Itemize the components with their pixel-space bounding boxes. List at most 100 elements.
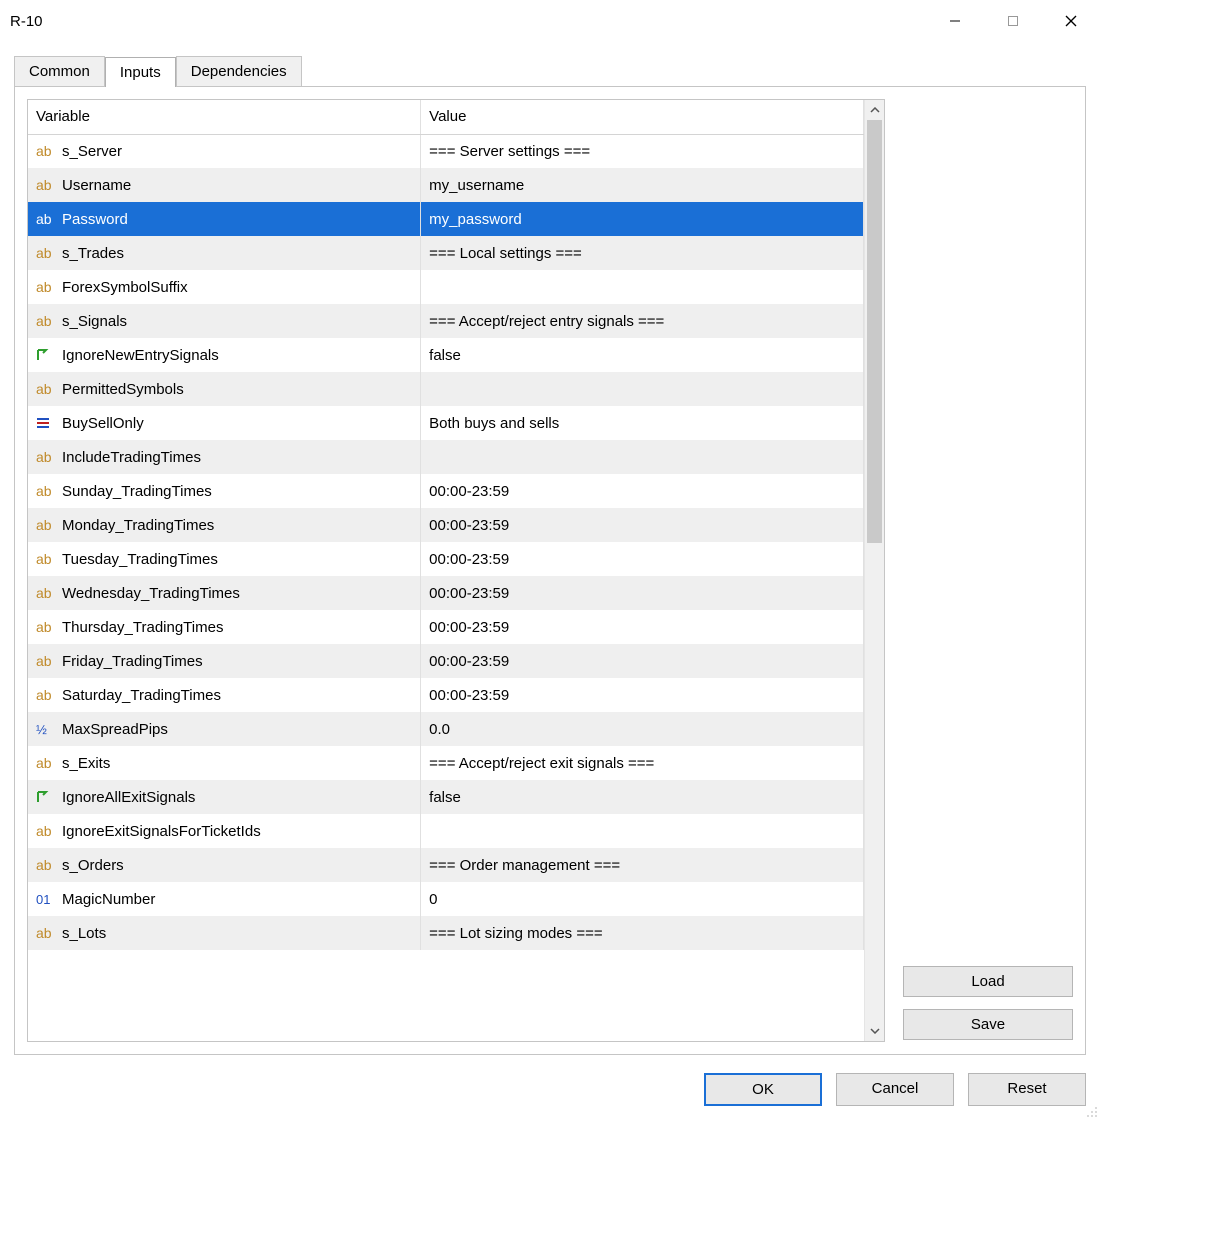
vertical-scrollbar[interactable] <box>864 100 884 1041</box>
maximize-button[interactable] <box>984 0 1042 42</box>
variable-value[interactable]: false <box>421 338 864 372</box>
titlebar: R-10 <box>0 0 1100 42</box>
variable-value[interactable]: 0 <box>421 882 864 916</box>
table-row[interactable]: abFriday_TradingTimes00:00-23:59 <box>28 644 864 678</box>
string-type-icon: ab <box>36 245 56 261</box>
variable-name: PermittedSymbols <box>62 381 184 398</box>
string-type-icon: ab <box>36 517 56 533</box>
table-row[interactable]: abs_Orders=== Order management === <box>28 848 864 882</box>
scroll-thumb[interactable] <box>867 120 882 543</box>
table-row[interactable]: abMonday_TradingTimes00:00-23:59 <box>28 508 864 542</box>
save-button[interactable]: Save <box>903 1009 1073 1040</box>
string-type-icon: ab <box>36 381 56 397</box>
variable-name: s_Lots <box>62 925 106 942</box>
scroll-up-icon[interactable] <box>865 100 884 120</box>
variable-value[interactable]: 00:00-23:59 <box>421 610 864 644</box>
variable-name: MagicNumber <box>62 891 155 908</box>
table-row[interactable]: abSunday_TradingTimes00:00-23:59 <box>28 474 864 508</box>
table-row[interactable]: IgnoreAllExitSignalsfalse <box>28 780 864 814</box>
string-type-icon: ab <box>36 279 56 295</box>
variable-value[interactable]: === Server settings === <box>421 134 864 168</box>
window-controls <box>926 0 1100 42</box>
tab-inputs[interactable]: Inputs <box>105 57 176 87</box>
variable-value[interactable]: === Local settings === <box>421 236 864 270</box>
variable-value[interactable]: my_username <box>421 168 864 202</box>
variable-value[interactable]: my_password <box>421 202 864 236</box>
variable-value[interactable] <box>421 372 864 406</box>
variable-value[interactable]: === Lot sizing modes === <box>421 916 864 950</box>
string-type-icon: ab <box>36 211 56 227</box>
inputs-table-scroll: Variable Value abs_Server=== Server sett… <box>28 100 864 1041</box>
variable-value[interactable]: 00:00-23:59 <box>421 508 864 542</box>
variable-value[interactable]: 00:00-23:59 <box>421 678 864 712</box>
variable-value[interactable]: === Accept/reject exit signals === <box>421 746 864 780</box>
inputs-table: Variable Value abs_Server=== Server sett… <box>28 100 864 950</box>
scroll-down-icon[interactable] <box>865 1021 884 1041</box>
variable-value[interactable]: 00:00-23:59 <box>421 644 864 678</box>
variable-value[interactable]: false <box>421 780 864 814</box>
table-row[interactable]: abThursday_TradingTimes00:00-23:59 <box>28 610 864 644</box>
tab-common[interactable]: Common <box>14 56 105 86</box>
table-row[interactable]: abIncludeTradingTimes <box>28 440 864 474</box>
string-type-icon: ab <box>36 585 56 601</box>
variable-value[interactable]: === Order management === <box>421 848 864 882</box>
bool-type-icon <box>36 348 56 362</box>
ok-button[interactable]: OK <box>704 1073 822 1106</box>
load-button[interactable]: Load <box>903 966 1073 997</box>
table-row[interactable]: abs_Lots=== Lot sizing modes === <box>28 916 864 950</box>
reset-button[interactable]: Reset <box>968 1073 1086 1106</box>
minimize-button[interactable] <box>926 0 984 42</box>
string-type-icon: ab <box>36 823 56 839</box>
table-row[interactable]: ab s_Trades === Local settings === <box>28 236 864 270</box>
string-type-icon: ab <box>36 449 56 465</box>
string-type-icon: ab <box>36 755 56 771</box>
table-row[interactable]: abSaturday_TradingTimes00:00-23:59 <box>28 678 864 712</box>
table-row[interactable]: ab Wednesday_TradingTimes 00:00-23:59 <box>28 576 864 610</box>
variable-value[interactable] <box>421 440 864 474</box>
variable-value[interactable]: 00:00-23:59 <box>421 576 864 610</box>
table-row[interactable]: ab s_Exits === Accept/reject exit signals … <box>28 746 864 780</box>
cancel-button[interactable]: Cancel <box>836 1073 954 1106</box>
variable-value[interactable] <box>421 814 864 848</box>
int-type-icon: 01 <box>36 892 56 907</box>
table-row[interactable]: ab IgnoreExitSignalsForTicketIds <box>28 814 864 848</box>
tab-dependencies[interactable]: Dependencies <box>176 56 302 86</box>
column-header-variable[interactable]: Variable <box>28 100 421 134</box>
client-area: Common Inputs Dependencies Variable Valu… <box>0 42 1100 1061</box>
variable-name: s_Signals <box>62 313 127 330</box>
table-row[interactable]: 01 MagicNumber 0 <box>28 882 864 916</box>
variable-name: BuySellOnly <box>62 415 144 432</box>
variable-name: s_Trades <box>62 245 124 262</box>
resize-grip-icon[interactable] <box>1084 1104 1098 1118</box>
table-row[interactable]: BuySellOnly Both buys and sells <box>28 406 864 440</box>
variable-name: Wednesday_TradingTimes <box>62 585 240 602</box>
string-type-icon: ab <box>36 177 56 193</box>
string-type-icon: ab <box>36 313 56 329</box>
variable-name: IgnoreNewEntrySignals <box>62 347 219 364</box>
string-type-icon: ab <box>36 551 56 567</box>
variable-name: IgnoreExitSignalsForTicketIds <box>62 823 261 840</box>
table-row[interactable]: ab Tuesday_TradingTimes 00:00-23:59 <box>28 542 864 576</box>
table-row[interactable]: ½MaxSpreadPips0.0 <box>28 712 864 746</box>
table-row[interactable]: ab s_Signals === Accept/reject entry signa… <box>28 304 864 338</box>
variable-name: s_Exits <box>62 755 110 772</box>
variable-name: Saturday_TradingTimes <box>62 687 221 704</box>
variable-value[interactable]: 00:00-23:59 <box>421 542 864 576</box>
table-row[interactable]: abPasswordmy_password <box>28 202 864 236</box>
table-row[interactable]: abUsernamemy_username <box>28 168 864 202</box>
table-row[interactable]: IgnoreNewEntrySignals false <box>28 338 864 372</box>
variable-name: Tuesday_TradingTimes <box>62 551 218 568</box>
table-row[interactable]: ab PermittedSymbols <box>28 372 864 406</box>
variable-value[interactable]: 00:00-23:59 <box>421 474 864 508</box>
variable-name: Thursday_TradingTimes <box>62 619 223 636</box>
table-row[interactable]: abForexSymbolSuffix <box>28 270 864 304</box>
table-row[interactable]: abs_Server=== Server settings === <box>28 134 864 168</box>
variable-value[interactable]: 0.0 <box>421 712 864 746</box>
variable-value[interactable] <box>421 270 864 304</box>
window-title: R-10 <box>10 13 43 30</box>
column-header-value[interactable]: Value <box>421 100 864 134</box>
close-button[interactable] <box>1042 0 1100 42</box>
variable-value[interactable]: === Accept/reject entry signals === <box>421 304 864 338</box>
string-type-icon: ab <box>36 653 56 669</box>
variable-value[interactable]: Both buys and sells <box>421 406 864 440</box>
